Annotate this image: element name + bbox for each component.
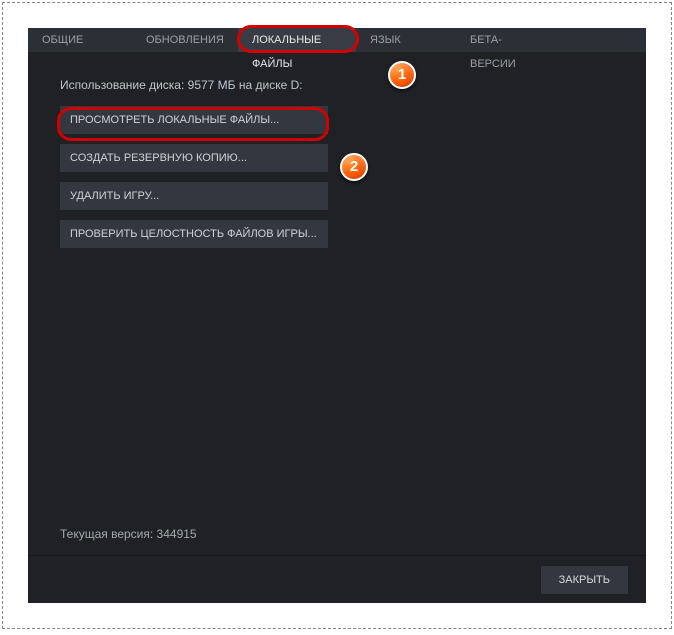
backup-game-button[interactable]: СОЗДАТЬ РЕЗЕРВНУЮ КОПИЮ... (60, 144, 328, 172)
tab-beta[interactable]: БЕТА-ВЕРСИИ (456, 28, 556, 52)
tabs-row: ОБЩИЕ ОБНОВЛЕНИЯ ЛОКАЛЬНЫЕ ФАЙЛЫ ЯЗЫК БЕ… (28, 28, 646, 52)
tab-content: Использование диска: 9577 МБ на диске D:… (28, 52, 646, 555)
properties-dialog: ОБЩИЕ ОБНОВЛЕНИЯ ЛОКАЛЬНЫЕ ФАЙЛЫ ЯЗЫК БЕ… (28, 28, 646, 603)
verify-integrity-button[interactable]: ПРОВЕРИТЬ ЦЕЛОСТНОСТЬ ФАЙЛОВ ИГРЫ... (60, 220, 328, 248)
tab-local-files[interactable]: ЛОКАЛЬНЫЕ ФАЙЛЫ (238, 28, 356, 52)
delete-game-button[interactable]: УДАЛИТЬ ИГРУ... (60, 182, 328, 210)
dialog-footer: ЗАКРЫТЬ (28, 555, 646, 603)
close-button[interactable]: ЗАКРЫТЬ (541, 566, 628, 594)
tab-language[interactable]: ЯЗЫК (356, 28, 456, 52)
browse-local-files-button[interactable]: ПРОСМОТРЕТЬ ЛОКАЛЬНЫЕ ФАЙЛЫ... (60, 106, 328, 134)
disk-usage-text: Использование диска: 9577 МБ на диске D: (60, 78, 614, 92)
tab-general[interactable]: ОБЩИЕ (28, 28, 132, 52)
current-version-label: Текущая версия: 344915 (60, 527, 197, 541)
tab-updates[interactable]: ОБНОВЛЕНИЯ (132, 28, 238, 52)
